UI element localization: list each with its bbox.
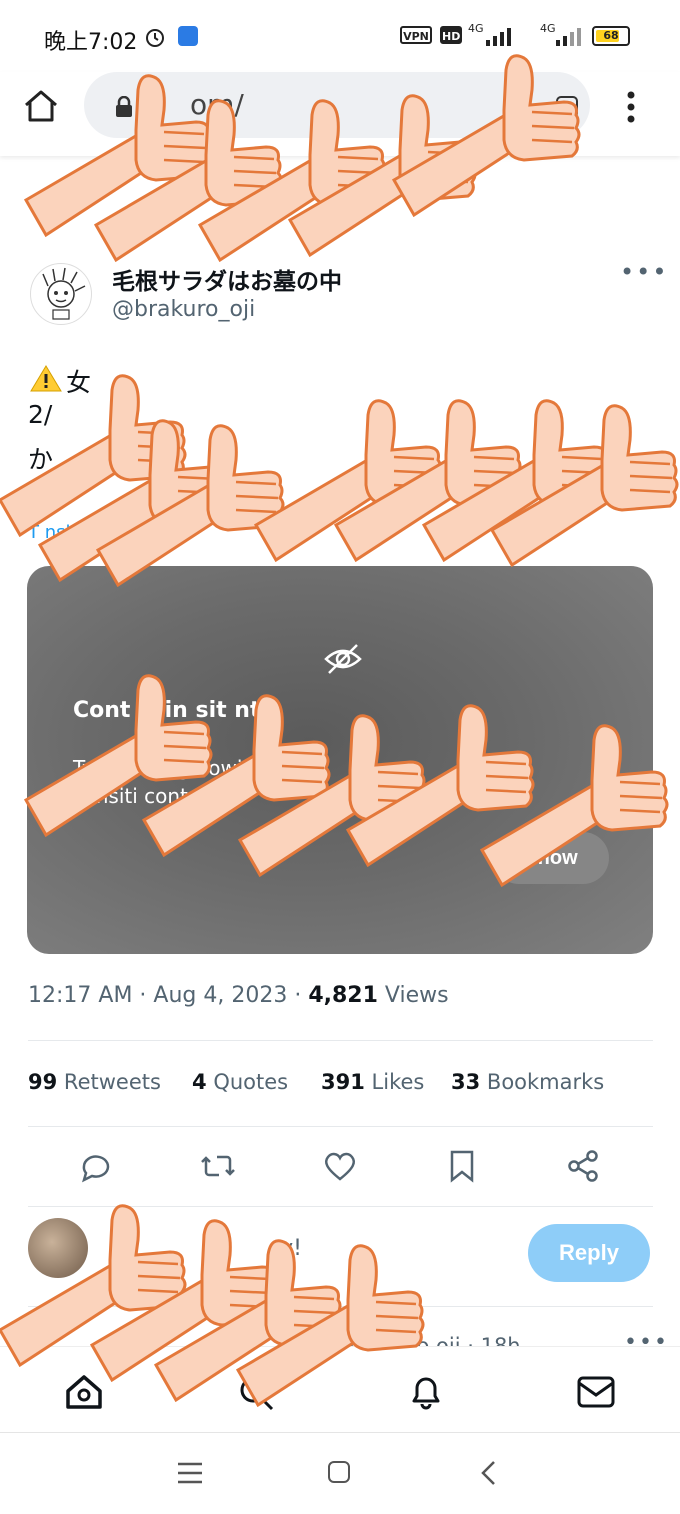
reply-input[interactable]: st y! [110,1236,302,1261]
address-bar[interactable] [84,72,590,138]
network-type-1: 4G [468,22,484,35]
vpn-badge: VPN [400,26,432,44]
nav-messages-icon[interactable] [576,1375,616,1409]
url-text: om/ [190,88,244,121]
warning-icon [30,365,62,392]
sensitive-media-card[interactable]: Cont rnin sit nte Tweet r flag howin sen… [27,566,653,954]
app-notification-icon [178,26,198,46]
author-avatar[interactable] [30,263,92,325]
show-media-button[interactable]: Show [493,832,609,884]
content-warning-title: Cont rnin sit nte [73,698,276,723]
divider [28,1306,653,1307]
tweet-more-icon[interactable]: ••• [620,258,668,286]
page-title: et [170,182,198,210]
author-handle[interactable]: @brakuro_oji [112,297,255,322]
status-time: 晚上7:02 [44,30,138,55]
tweet-text-line-1: 女 [66,368,92,397]
share-icon[interactable] [564,1146,604,1186]
reply-button[interactable]: Reply [528,1224,650,1282]
status-bar: 晚上7:02 VPN HD 4G 4G 68 [0,0,680,72]
nav-notifications-icon[interactable] [406,1371,446,1411]
retweet-icon[interactable] [198,1146,238,1186]
content-warning-body-2: sensiti content [73,784,221,808]
stat-quotes[interactable]: 4 Quotes [192,1070,288,1094]
alarm-icon [146,29,164,47]
home-icon[interactable] [22,88,60,124]
signal-icon [486,28,511,46]
content-warning-body: Tweet r flag howin [73,756,256,780]
tweet-text-line-2: 2/ [28,400,53,429]
recent-apps-icon[interactable] [176,1461,204,1485]
divider [28,1040,653,1041]
tweet-timestamp: 12:17 AM · Aug 4, 2023 · 4,821 Views [28,983,449,1008]
stat-bookmarks[interactable]: 33 Bookmarks [451,1070,604,1094]
battery-icon: 68 [592,26,630,46]
author-name[interactable]: 毛根サラダはお墓の中 [112,262,342,296]
home-button-icon[interactable] [328,1461,350,1483]
bottom-navigation [0,1346,680,1433]
network-type-2: 4G [540,22,556,35]
translate-tweet-link[interactable]: T nsla eet [28,522,116,543]
divider [28,1126,653,1127]
stat-likes[interactable]: 391 Likes [321,1070,424,1094]
tweet-text-line-3: か [28,445,54,474]
reply-icon[interactable] [76,1146,116,1186]
hd-badge: HD [440,26,462,44]
stat-retweets[interactable]: 99 Retweets [28,1070,161,1094]
eye-off-icon [324,644,362,674]
tweet-text-line-4: さ [28,483,54,512]
overflow-menu-icon[interactable] [624,90,638,124]
nav-search-icon[interactable] [236,1373,276,1411]
views-count: 4,821 [308,983,378,1008]
divider [28,1206,653,1207]
user-avatar[interactable] [28,1218,88,1278]
tabs-icon[interactable] [556,96,578,118]
bookmark-icon[interactable] [442,1146,482,1186]
lock-icon [116,96,132,117]
back-icon[interactable] [478,1459,500,1487]
nav-home-icon[interactable] [64,1373,104,1411]
system-navigation-bar [0,1432,680,1514]
like-icon[interactable] [320,1146,360,1186]
signal-icon-2 [556,28,581,46]
